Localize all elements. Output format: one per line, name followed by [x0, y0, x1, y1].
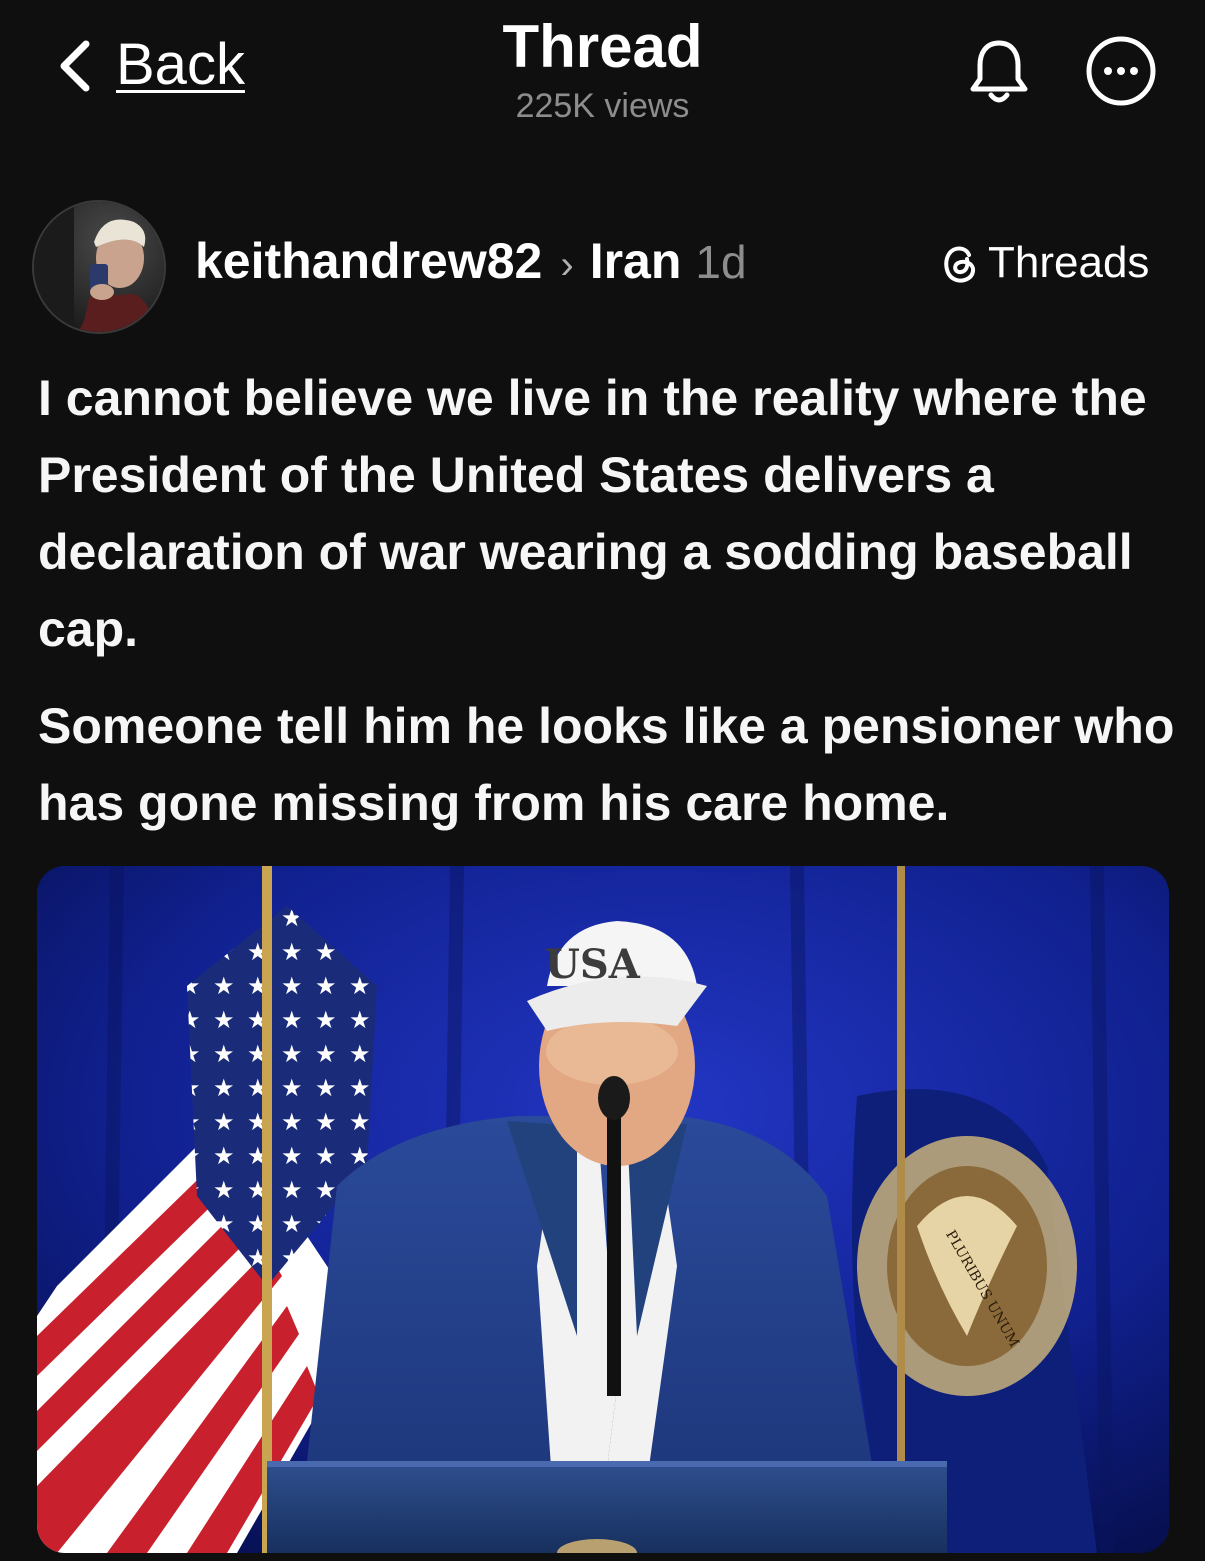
post-timestamp: 1d — [695, 236, 747, 288]
bell-icon — [970, 40, 1028, 103]
podium — [267, 1461, 947, 1553]
avatar-image — [34, 202, 164, 332]
back-label[interactable]: Back — [116, 30, 245, 100]
cap-text: USA — [545, 941, 641, 988]
username-link[interactable]: keithandrew82 — [195, 232, 542, 290]
post-paragraph: Someone tell him he looks like a pension… — [38, 698, 1175, 831]
post-paragraph: I cannot believe we live in the reality … — [38, 370, 1147, 657]
chevron-left-icon — [60, 40, 90, 92]
post-body: I cannot believe we live in the reality … — [38, 360, 1178, 842]
notifications-button[interactable] — [962, 34, 1036, 108]
post-meta: keithandrew82 › Iran 1d — [195, 232, 747, 290]
topic-tag[interactable]: Iran — [590, 232, 682, 290]
chevron-right-icon: › — [560, 243, 574, 287]
press-conference-photo: ★ — [37, 866, 1169, 1553]
source-label: Threads — [988, 238, 1150, 287]
more-options-icon — [1086, 36, 1156, 106]
top-bar: Back Thread 225K views — [0, 0, 1205, 140]
back-button[interactable]: Back — [48, 30, 245, 100]
more-options-button[interactable] — [1084, 34, 1158, 108]
post-image[interactable]: ★ — [37, 866, 1169, 1553]
source-badge[interactable]: Threads — [940, 238, 1149, 288]
threads-logo-icon — [944, 246, 976, 283]
avatar[interactable] — [32, 200, 166, 334]
